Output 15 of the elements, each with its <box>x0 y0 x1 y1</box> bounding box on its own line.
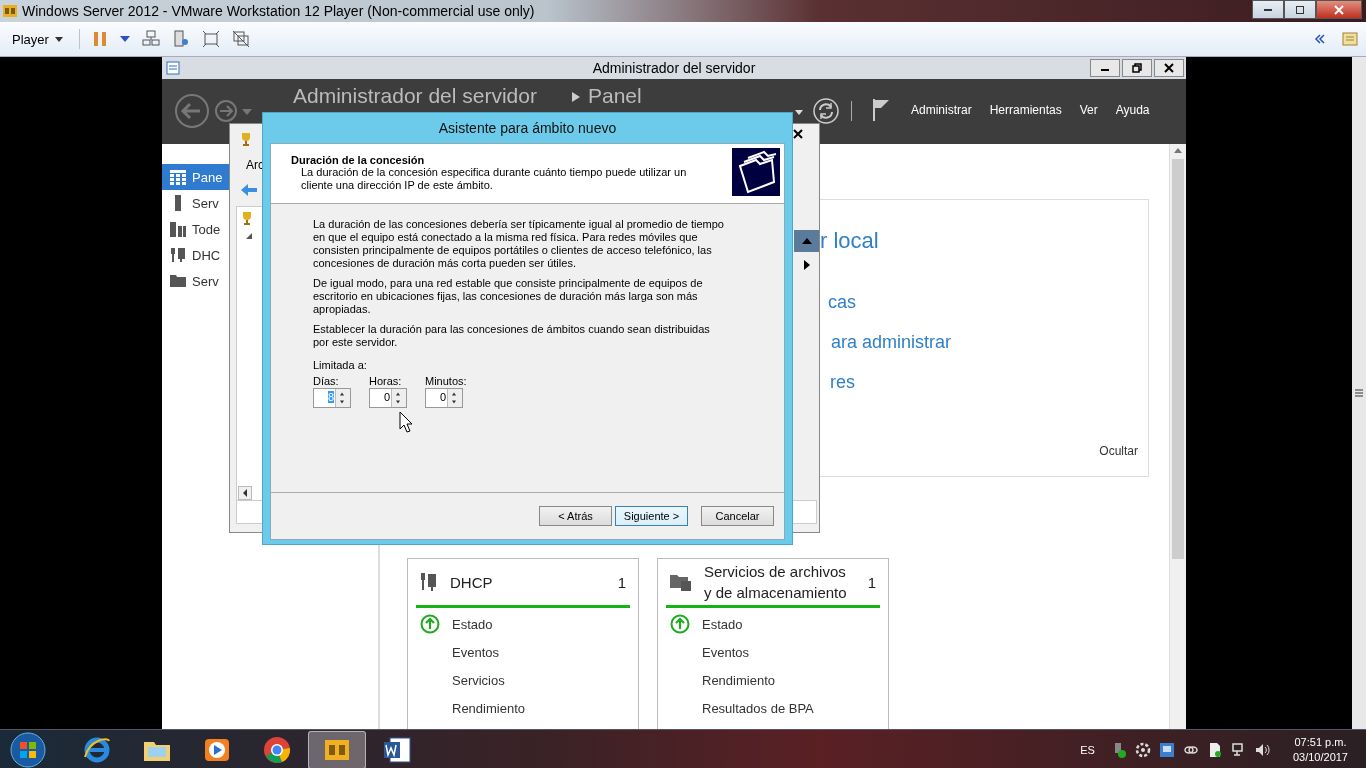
window-title: Windows Server 2012 - VMware Workstation 12 Player (Non-commercial use only) <box>22 3 535 19</box>
heading: r local <box>820 228 879 254</box>
count: 1 <box>867 573 876 591</box>
field-label: Minutos: <box>425 375 467 387</box>
field-label: Limitada a: <box>313 359 368 371</box>
dialog-title: Asistente para ámbito nuevo <box>438 120 617 136</box>
page-description: La duración de la concesión especifica durante cuánto tiempo puede utilizar un cliente una dirección IP de este ámbito. <box>300 166 688 192</box>
paragraph: La duración de las concesiones debería ser típicamente igual al promedio de tiempo en que el equipo está conectado a la misma red física. Para redes móviles que consisten principalmente de equipos portátiles o clientes de acceso telefónico, las concesiones de duración más corta pueden ser útiles. <box>313 218 724 270</box>
field-label: Días: <box>313 375 340 387</box>
paragraph: De igual modo, para una red estable que consiste principalmente de equipos de escritorio en ubicaciones fijas, las concesiones de duración más larga son más apropiadas. <box>313 277 704 316</box>
page-heading: Duración de la concesión <box>291 154 426 166</box>
field-label: Horas: <box>369 375 403 387</box>
paragraph: Establecer la duración para las concesiones de ámbitos cuando sean distribuidas por este servidor. <box>313 323 711 349</box>
window-title: Administrador del servidor <box>592 60 756 76</box>
count: 1 <box>617 573 626 591</box>
